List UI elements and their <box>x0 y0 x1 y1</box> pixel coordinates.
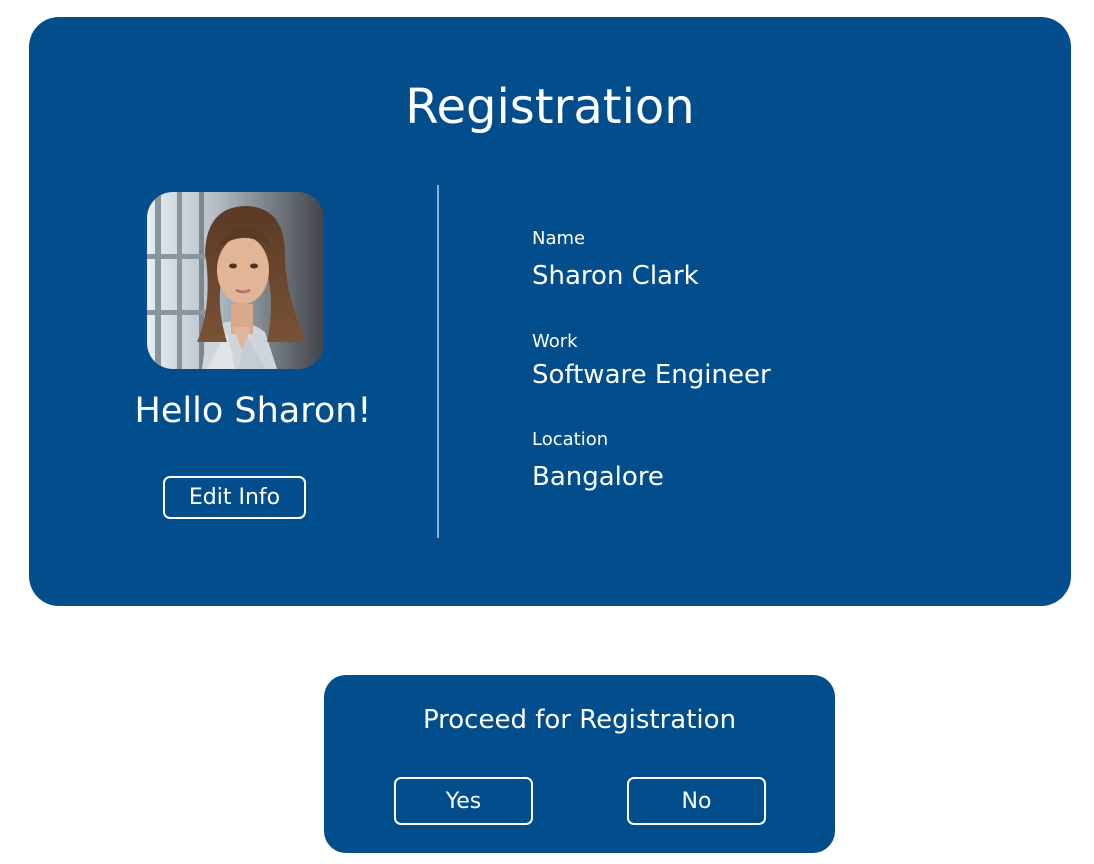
edit-info-button[interactable]: Edit Info <box>163 476 306 519</box>
proceed-dialog: Proceed for Registration Yes No <box>324 675 835 853</box>
greeting-text: Hello Sharon! <box>134 391 372 431</box>
profile-avatar <box>147 192 324 369</box>
page: Registration Hello Sharon! Edit Info Nam… <box>0 0 1094 864</box>
work-value: Software Engineer <box>532 360 771 390</box>
location-label: Location <box>532 429 609 450</box>
work-label: Work <box>532 331 578 352</box>
name-value: Sharon Clark <box>532 261 699 291</box>
registration-card: Registration Hello Sharon! Edit Info Nam… <box>29 17 1071 606</box>
yes-button[interactable]: Yes <box>394 777 533 825</box>
avatar-photo <box>147 192 324 369</box>
dialog-title: Proceed for Registration <box>422 705 737 735</box>
location-value: Bangalore <box>532 462 664 492</box>
no-button[interactable]: No <box>627 777 766 825</box>
registration-title: Registration <box>405 79 695 135</box>
name-label: Name <box>532 228 586 249</box>
vertical-divider <box>437 185 439 538</box>
